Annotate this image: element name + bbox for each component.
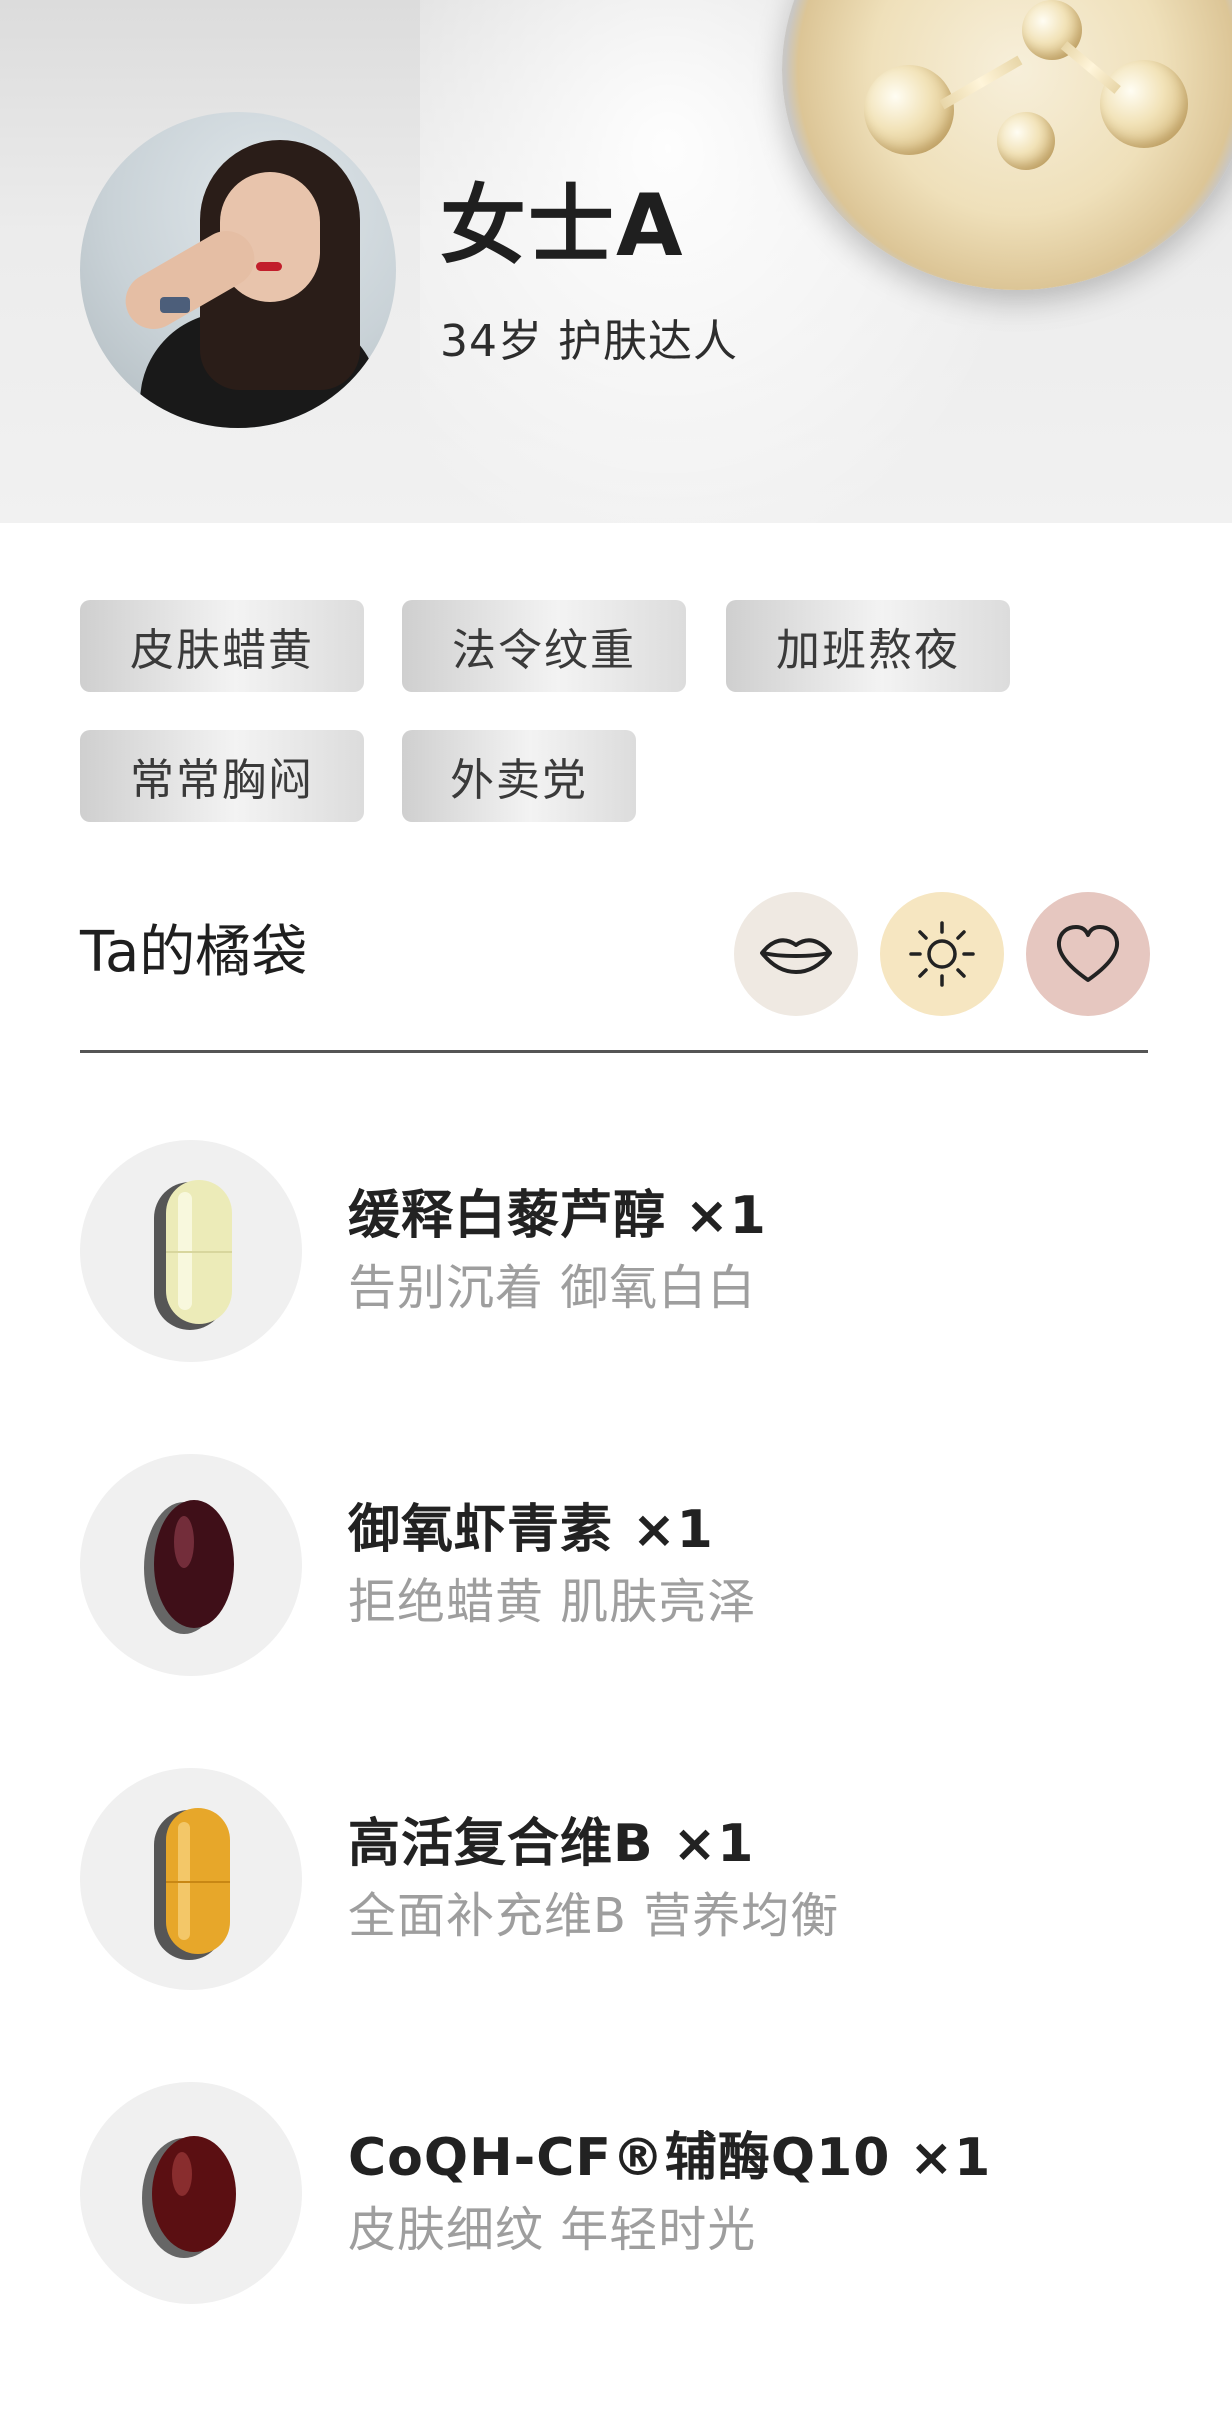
tag[interactable]: 皮肤蜡黄	[80, 600, 364, 692]
bubble-stem	[939, 55, 1023, 110]
pill-thumbnail	[80, 2082, 302, 2304]
tag[interactable]: 法令纹重	[402, 600, 686, 692]
tag[interactable]: 外卖党	[402, 730, 636, 822]
profile-name: 女士A	[440, 176, 685, 276]
avatar	[80, 112, 396, 428]
product-description: 全面补充维B 营养均衡	[348, 1888, 840, 1944]
softgel-red-icon	[142, 2136, 236, 2258]
product-description: 告别沉着 御氧白白	[348, 1260, 757, 1316]
pill-thumbnail	[80, 1768, 302, 1990]
pill-thumbnail	[80, 1454, 302, 1676]
softgel-darkred-icon	[144, 1500, 234, 1634]
bubble	[864, 65, 954, 155]
section-title: Ta的橘袋	[80, 920, 308, 985]
tag[interactable]: 常常胸闷	[80, 730, 364, 822]
product-item[interactable]: 缓释白藜芦醇 ×1 告别沉着 御氧白白	[80, 1140, 1180, 1362]
product-item[interactable]: CoQH-CF®辅酶Q10 ×1 皮肤细纹 年轻时光	[80, 2082, 1180, 2304]
sun-button[interactable]	[880, 892, 1004, 1016]
section-divider	[80, 1050, 1148, 1053]
product-title: 缓释白藜芦醇 ×1	[348, 1186, 767, 1246]
heart-icon	[1056, 925, 1120, 982]
bubble-stem	[1060, 41, 1121, 94]
avatar-watch	[160, 297, 190, 313]
bubble	[1100, 60, 1188, 148]
capsule-orange-icon	[154, 1808, 230, 1960]
product-title: 高活复合维B ×1	[348, 1814, 755, 1874]
sun-icon	[909, 921, 975, 987]
bubble	[997, 112, 1055, 170]
profile-page: 女士A 34岁 护肤达人 皮肤蜡黄 法令纹重 加班熬夜 常常胸闷 外卖党 Ta的…	[0, 0, 1232, 2428]
pill-thumbnail	[80, 1140, 302, 1362]
product-item[interactable]: 高活复合维B ×1 全面补充维B 营养均衡	[80, 1768, 1180, 1990]
product-title: CoQH-CF®辅酶Q10 ×1	[348, 2128, 992, 2188]
profile-header: 女士A 34岁 护肤达人	[0, 0, 1232, 523]
lips-button[interactable]	[734, 892, 858, 1016]
product-item[interactable]: 御氧虾青素 ×1 拒绝蜡黄 肌肤亮泽	[80, 1454, 1180, 1676]
profile-subtitle: 34岁 护肤达人	[440, 316, 738, 367]
product-title: 御氧虾青素 ×1	[348, 1500, 714, 1560]
tag[interactable]: 加班熬夜	[726, 600, 1010, 692]
heart-button[interactable]	[1026, 892, 1150, 1016]
capsule-cream-icon	[154, 1180, 232, 1330]
product-description: 皮肤细纹 年轻时光	[348, 2202, 757, 2258]
product-description: 拒绝蜡黄 肌肤亮泽	[348, 1574, 757, 1630]
avatar-lips	[256, 262, 282, 271]
lips-icon	[760, 938, 832, 974]
